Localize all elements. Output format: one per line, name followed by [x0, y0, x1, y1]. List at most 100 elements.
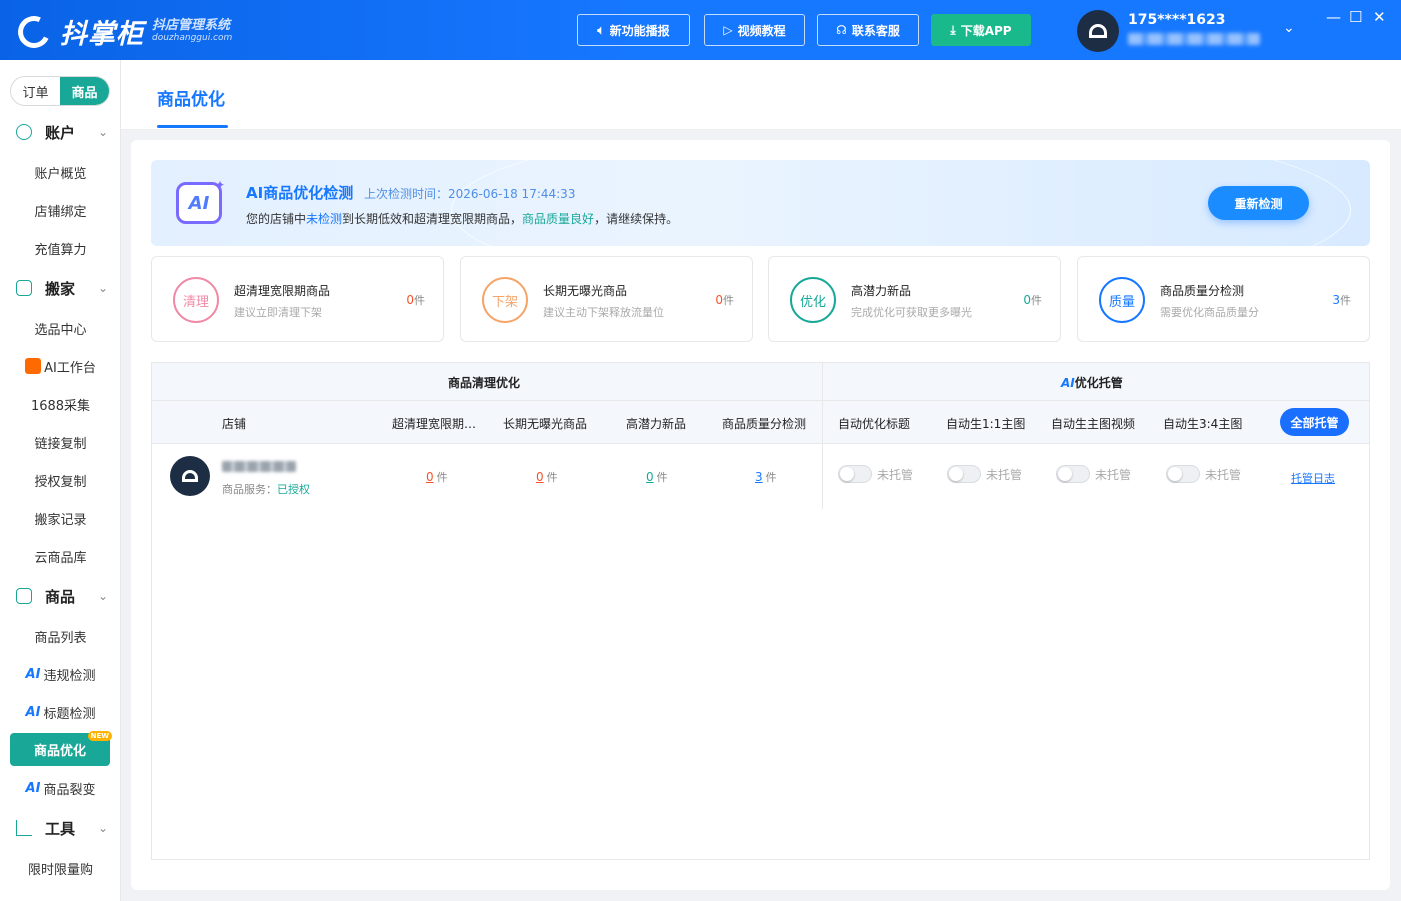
toggle-auto-3x4[interactable]: 未托管 — [1166, 465, 1241, 483]
col-auto-title: 自动优化标题 — [838, 417, 911, 431]
hot-badge-icon — [25, 358, 42, 374]
banner-title: AI商品优化检测 — [246, 184, 354, 202]
nav-group-tools[interactable]: 工具 ⌄ — [0, 813, 121, 843]
ai-detection-banner: AI ✦ AI商品优化检测 上次检测时间：2026-06-18 17:44:33… — [151, 160, 1370, 246]
recheck-button[interactable]: 重新检测 — [1208, 186, 1309, 220]
toggle-auto-1x1[interactable]: 未托管 — [947, 465, 1022, 483]
close-button[interactable]: ✕ — [1373, 8, 1386, 26]
sidebar-item-move-records[interactable]: 搬家记录 — [0, 503, 121, 533]
minimize-button[interactable]: — — [1326, 8, 1341, 26]
group-ai-hosting: AI优化托管 — [1061, 376, 1123, 390]
stat-card-optimize[interactable]: 优化 高潜力新品 完成优化可获取更多曝光 0件 — [768, 256, 1061, 342]
store-service-status: 商品服务：已授权 — [222, 483, 310, 496]
stat-card-quality[interactable]: 质量 商品质量分检测 需要优化商品质量分 3件 — [1077, 256, 1370, 342]
smile-icon — [16, 124, 32, 140]
video-tutorial-button[interactable]: ▷ 视频教程 — [704, 14, 805, 46]
count-high-potential[interactable]: 0件 — [646, 469, 668, 485]
maximize-button[interactable]: ☐ — [1349, 8, 1362, 26]
logo-subtitle: 抖店管理系统 — [152, 17, 231, 33]
sparkle-icon: ✦ — [215, 178, 226, 192]
user-account-blurred — [1128, 33, 1260, 45]
count-over-grace[interactable]: 0件 — [426, 469, 448, 485]
clean-circle-icon: 清理 — [173, 277, 219, 323]
sidebar-item-product-fission[interactable]: AI 商品裂变 — [0, 773, 121, 803]
shop-icon — [16, 588, 32, 604]
col-store: 店铺 — [222, 417, 247, 431]
logo-icon — [13, 10, 55, 53]
sidebar-item-violation-check[interactable]: AI 违规检测 — [0, 659, 121, 689]
col-over-grace: 超清理宽限期… — [392, 417, 477, 431]
box-icon — [16, 280, 32, 296]
optimize-circle-icon: 优化 — [790, 277, 836, 323]
ai-icon: AI — [25, 780, 41, 796]
toggle-auto-title[interactable]: 未托管 — [838, 465, 913, 483]
sidebar-item-title-check[interactable]: AI 标题检测 — [0, 697, 121, 727]
chevron-down-icon: ⌄ — [98, 589, 109, 603]
video-icon: ▷ — [723, 23, 733, 37]
col-auto-1x1: 自动生1:1主图 — [946, 417, 1026, 431]
sidebar: 订单 商品 账户 ⌄ 账户概览 店铺绑定 充值算力 搬家 ⌄ 选品中心 AI工作… — [0, 60, 121, 901]
group-clean-optimize: 商品清理优化 — [448, 376, 521, 390]
delist-circle-icon: 下架 — [482, 277, 528, 323]
tab-bar: 商品优化 — [121, 60, 1401, 130]
logo-text: 抖掌柜 — [60, 19, 144, 50]
store-name-blurred — [222, 461, 296, 472]
app-logo: 抖掌柜 抖店管理系统 douzhanggui.com — [13, 10, 232, 53]
sidebar-item-product-optimize[interactable]: 商品优化 NEW — [10, 731, 112, 766]
headset-icon: ☊ — [836, 23, 847, 37]
speaker-icon: 🔈︎ — [597, 22, 605, 37]
col-no-exposure: 长期无曝光商品 — [503, 417, 588, 431]
segment-order[interactable]: 订单 — [11, 77, 60, 105]
new-badge: NEW — [87, 731, 112, 741]
sidebar-item-account-overview[interactable]: 账户概览 — [0, 157, 121, 187]
tab-product-optimize[interactable]: 商品优化 — [157, 85, 225, 110]
chevron-down-icon: ⌄ — [98, 821, 109, 835]
quality-circle-icon: 质量 — [1099, 277, 1145, 323]
banner-description: 您的店铺中未检测到长期低效和超清理宽限期商品，商品质量良好，请继续保持。 — [246, 212, 679, 226]
last-check-time: 上次检测时间：2026-06-18 17:44:33 — [364, 187, 576, 201]
col-quality-check: 商品质量分检测 — [722, 417, 807, 431]
sidebar-item-1688-collect[interactable]: 1688采集 — [0, 389, 121, 419]
nav-group-account[interactable]: 账户 ⌄ — [0, 117, 121, 147]
store-icon — [182, 470, 198, 482]
segment-product[interactable]: 商品 — [60, 77, 109, 105]
nav-group-move[interactable]: 搬家 ⌄ — [0, 273, 121, 303]
col-auto-video: 自动生主图视频 — [1051, 417, 1136, 431]
sidebar-item-ai-workbench[interactable]: AI工作台 — [0, 351, 121, 381]
sidebar-item-cloud-library[interactable]: 云商品库 — [0, 541, 121, 571]
sidebar-item-link-copy[interactable]: 链接复制 — [0, 427, 121, 457]
stat-card-delist[interactable]: 下架 长期无曝光商品 建议主动下架释放流量位 0件 — [460, 256, 753, 342]
table-group-header — [152, 363, 1369, 401]
tab-active-indicator — [157, 125, 228, 128]
hosting-log-link[interactable]: 托管日志 — [1291, 470, 1335, 486]
toggle-auto-video[interactable]: 未托管 — [1056, 465, 1131, 483]
count-quality[interactable]: 3件 — [755, 469, 777, 485]
contact-support-button[interactable]: ☊ 联系客服 — [817, 14, 919, 46]
sidebar-item-selection-center[interactable]: 选品中心 — [0, 313, 121, 343]
chart-line-icon — [16, 820, 32, 836]
sidebar-item-flash-sale[interactable]: 限时限量购 — [0, 853, 121, 883]
col-auto-3x4: 自动生3:4主图 — [1163, 417, 1243, 431]
ai-icon: AI — [25, 666, 41, 682]
sidebar-item-auth-copy[interactable]: 授权复制 — [0, 465, 121, 495]
download-app-button[interactable]: ⤓ 下载APP — [931, 14, 1031, 46]
ai-icon: AI — [25, 704, 41, 720]
top-bar: 抖掌柜 抖店管理系统 douzhanggui.com 🔈︎ 新功能播报 ▷ 视频… — [0, 0, 1401, 60]
sidebar-item-product-list[interactable]: 商品列表 — [0, 621, 121, 651]
user-phone: 175****1623 — [1128, 12, 1226, 28]
chevron-down-icon[interactable]: ⌄ — [1283, 20, 1295, 36]
nav-group-product[interactable]: 商品 ⌄ — [0, 581, 121, 611]
avatar — [170, 456, 210, 496]
store-optimize-table: 商品清理优化 AI优化托管 店铺 超清理宽限期… 长期无曝光商品 高潜力新品 商… — [151, 362, 1370, 860]
sidebar-item-store-binding[interactable]: 店铺绑定 — [0, 195, 121, 225]
host-all-button[interactable]: 全部托管 — [1280, 408, 1349, 436]
sidebar-item-recharge[interactable]: 充值算力 — [0, 233, 121, 263]
store-icon — [1089, 24, 1107, 38]
col-high-potential: 高潜力新品 — [626, 417, 687, 431]
order-product-switch: 订单 商品 — [10, 76, 110, 106]
news-button[interactable]: 🔈︎ 新功能播报 — [577, 14, 690, 46]
stat-card-clean[interactable]: 清理 超清理宽限期商品 建议立即清理下架 0件 — [151, 256, 444, 342]
count-no-exposure[interactable]: 0件 — [536, 469, 558, 485]
chevron-down-icon: ⌄ — [98, 281, 109, 295]
user-avatar[interactable] — [1077, 10, 1119, 52]
